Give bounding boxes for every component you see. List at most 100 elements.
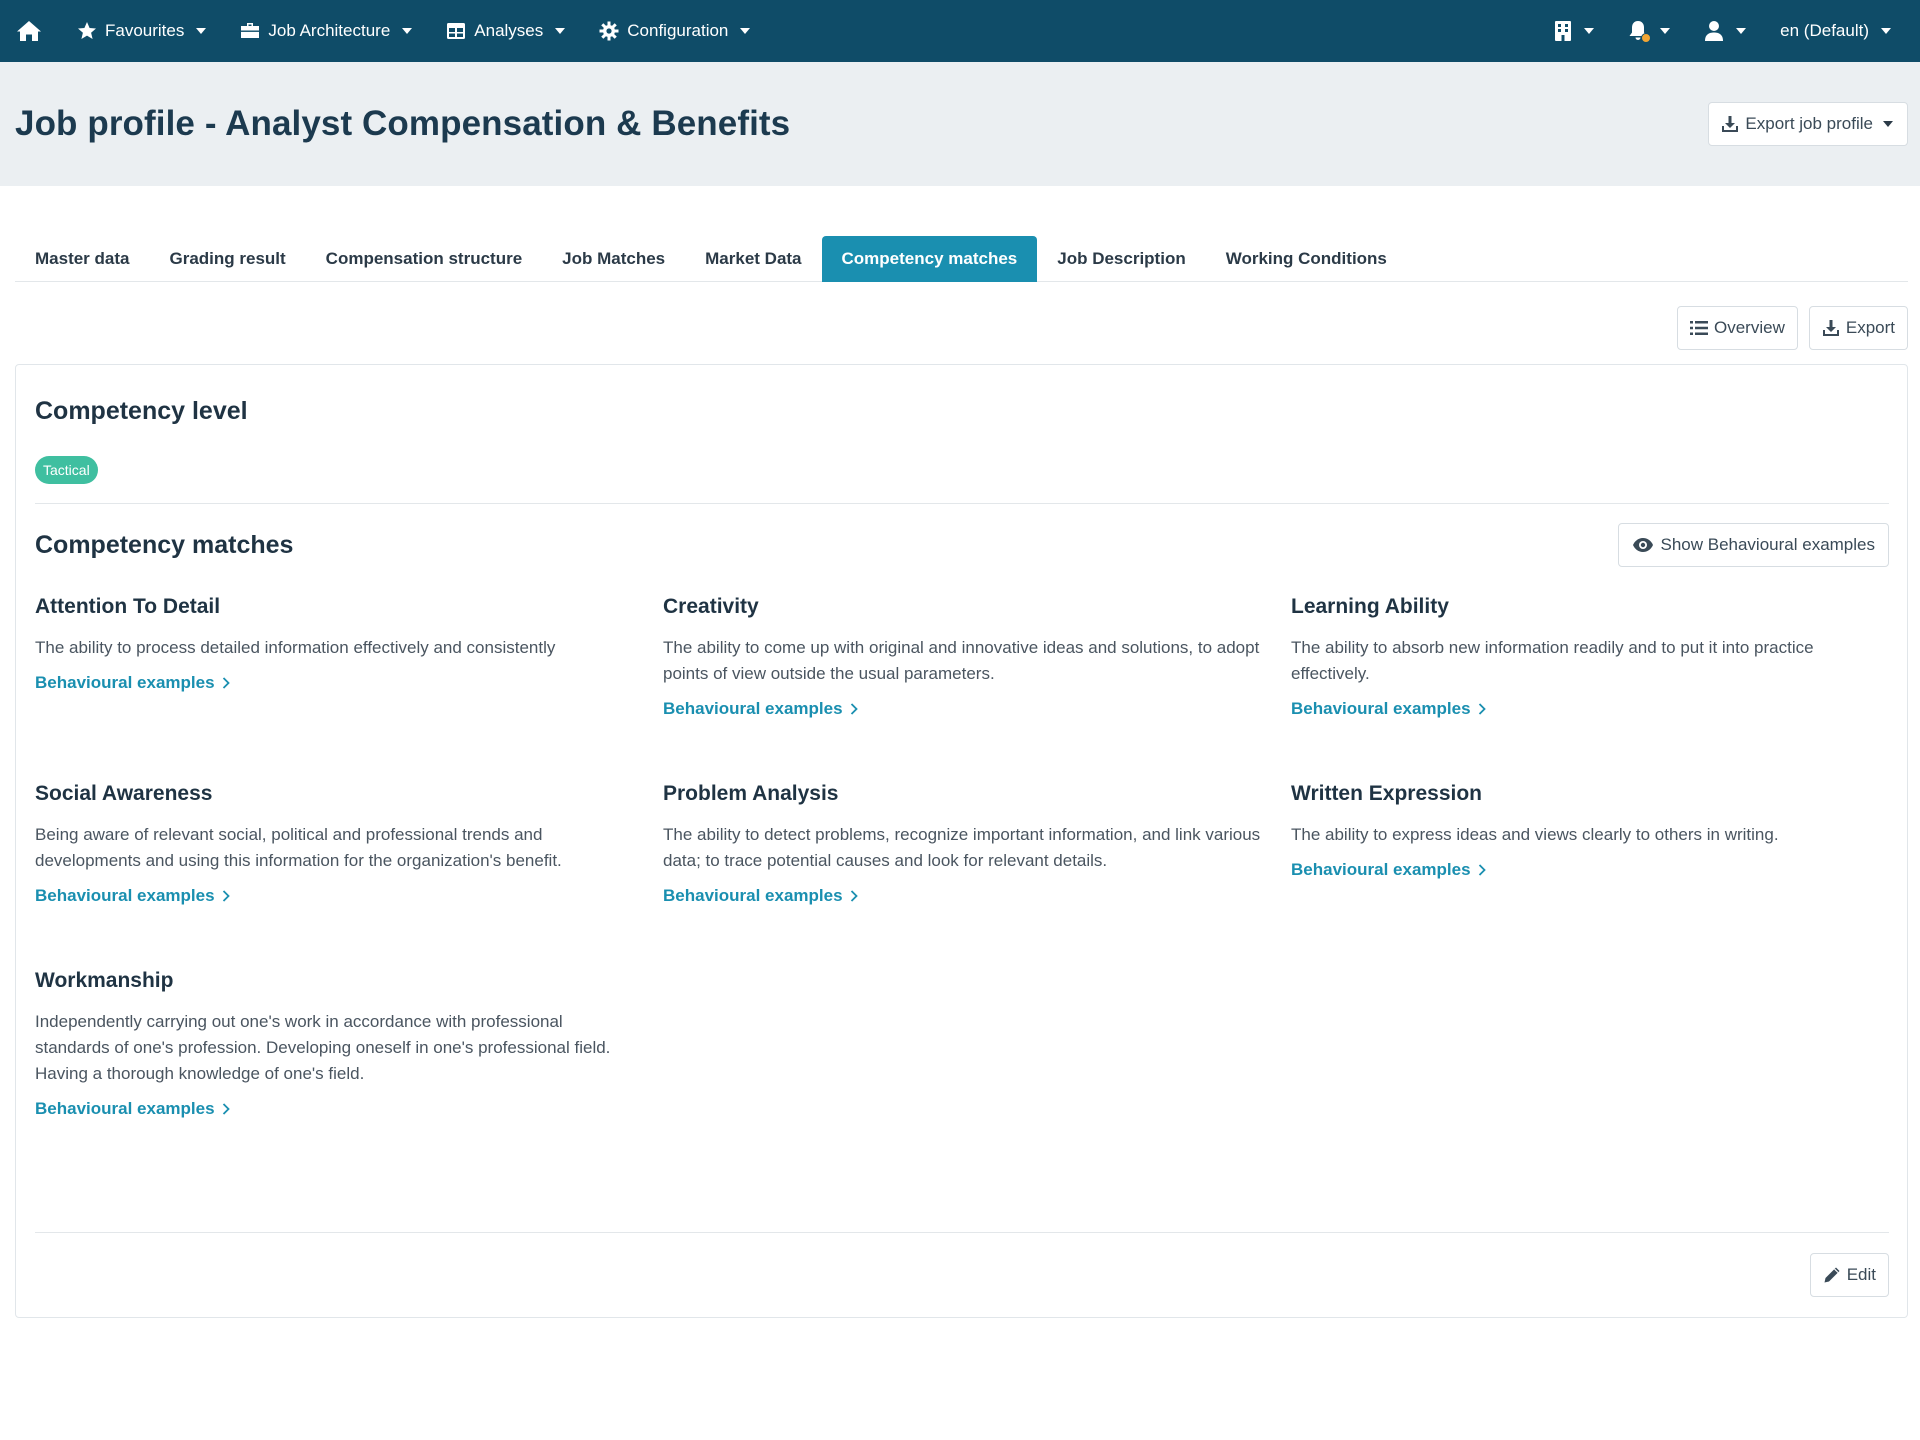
nav-user[interactable] xyxy=(1687,0,1763,62)
competency-card: Competency level Tactical Competency mat… xyxy=(15,364,1908,1318)
competency-matches-title: Competency matches xyxy=(35,530,294,559)
top-navbar: Favourites Job Architecture Analyses Con… xyxy=(0,0,1920,62)
behavioural-examples-label: Behavioural examples xyxy=(663,886,843,905)
nav-job-architecture-label: Job Architecture xyxy=(268,21,391,40)
competency-workmanship: Workmanship Independently carrying out o… xyxy=(35,967,663,1154)
overview-button[interactable]: Overview xyxy=(1677,306,1798,350)
competency-description: Being aware of relevant social, politica… xyxy=(35,825,562,870)
tab-market-data[interactable]: Market Data xyxy=(685,236,821,282)
behavioural-examples-label: Behavioural examples xyxy=(35,673,215,692)
competency-name: Attention To Detail xyxy=(35,595,221,618)
gear-icon xyxy=(599,21,619,41)
tab-competency-matches[interactable]: Competency matches xyxy=(821,236,1038,282)
language-selector[interactable]: en (Default) xyxy=(1763,0,1908,62)
competency-name: Learning Ability xyxy=(1291,595,1449,618)
competency-description: The ability to come up with original and… xyxy=(663,638,1260,683)
competency-problem-analysis: Problem Analysis The ability to detect p… xyxy=(663,780,1291,967)
competency-grid: Attention To Detail The ability to proce… xyxy=(35,593,1889,1154)
chevron-right-icon xyxy=(850,890,858,902)
tab-compensation-structure[interactable]: Compensation structure xyxy=(306,236,542,282)
competency-level-title: Competency level xyxy=(35,397,248,425)
competency-learning-ability: Learning Ability The ability to absorb n… xyxy=(1291,593,1891,780)
nav-right: en (Default) xyxy=(1537,0,1908,62)
export-label: Export xyxy=(1845,318,1895,337)
table-icon xyxy=(447,23,466,39)
overview-label: Overview xyxy=(1714,318,1785,337)
chevron-down-icon xyxy=(1883,121,1893,127)
export-job-profile-label: Export job profile xyxy=(1745,114,1873,133)
home-icon xyxy=(17,21,41,41)
behavioural-examples-label: Behavioural examples xyxy=(1291,699,1471,718)
page-header: Job profile - Analyst Compensation & Ben… xyxy=(0,62,1920,186)
chevron-right-icon xyxy=(222,677,230,689)
nav-favourites-label: Favourites xyxy=(105,21,185,40)
nav-organization[interactable] xyxy=(1537,0,1611,62)
tab-working-conditions[interactable]: Working Conditions xyxy=(1206,236,1407,282)
home-button[interactable] xyxy=(16,0,60,62)
tab-job-description[interactable]: Job Description xyxy=(1037,236,1205,282)
competency-name: Problem Analysis xyxy=(663,782,839,805)
competency-matches-header: Competency matches Show Behavioural exam… xyxy=(35,523,1889,567)
export-button[interactable]: Export xyxy=(1808,306,1908,350)
notifications xyxy=(1628,20,1652,43)
behavioural-examples-link[interactable]: Behavioural examples xyxy=(35,1099,230,1119)
edit-button[interactable]: Edit xyxy=(1809,1253,1889,1297)
chevron-right-icon xyxy=(850,703,858,715)
page-title: Job profile - Analyst Compensation & Ben… xyxy=(15,104,791,143)
behavioural-examples-link[interactable]: Behavioural examples xyxy=(663,699,858,719)
tab-grading-result[interactable]: Grading result xyxy=(149,236,305,282)
competency-name: Creativity xyxy=(663,595,759,618)
nav-favourites[interactable]: Favourites xyxy=(60,0,223,62)
competency-description: The ability to absorb new information re… xyxy=(1291,638,1814,683)
export-job-profile-button[interactable]: Export job profile xyxy=(1708,102,1908,146)
competency-name: Workmanship xyxy=(35,969,174,992)
behavioural-examples-link[interactable]: Behavioural examples xyxy=(1291,699,1486,719)
language-label: en (Default) xyxy=(1780,21,1869,40)
competency-attention-to-detail: Attention To Detail The ability to proce… xyxy=(35,593,663,780)
chevron-down-icon xyxy=(740,28,751,34)
competency-description: The ability to express ideas and views c… xyxy=(1291,825,1779,844)
behavioural-examples-link[interactable]: Behavioural examples xyxy=(35,886,230,906)
competency-description: The ability to detect problems, recogniz… xyxy=(663,825,1261,870)
competency-description: Independently carrying out one's work in… xyxy=(35,1012,611,1083)
chevron-down-icon xyxy=(196,28,207,34)
chevron-right-icon xyxy=(222,890,230,902)
nav-left: Favourites Job Architecture Analyses Con… xyxy=(16,0,767,62)
behavioural-examples-label: Behavioural examples xyxy=(35,886,215,905)
show-behavioural-examples-button[interactable]: Show Behavioural examples xyxy=(1618,523,1889,567)
edit-label: Edit xyxy=(1846,1265,1876,1284)
download-icon xyxy=(1722,116,1739,132)
chevron-right-icon xyxy=(1478,703,1486,715)
nav-job-architecture[interactable]: Job Architecture xyxy=(223,0,429,62)
tab-master-data[interactable]: Master data xyxy=(15,236,149,282)
nav-notifications[interactable] xyxy=(1611,0,1687,62)
chevron-down-icon xyxy=(1660,28,1671,34)
chevron-down-icon xyxy=(1736,28,1747,34)
competency-creativity: Creativity The ability to come up with o… xyxy=(663,593,1291,780)
notification-indicator xyxy=(1641,33,1652,43)
chevron-down-icon xyxy=(1881,28,1891,34)
nav-configuration-label: Configuration xyxy=(627,21,729,40)
building-icon xyxy=(1555,21,1572,41)
chevron-down-icon xyxy=(402,28,413,34)
user-icon xyxy=(1705,21,1724,41)
download-icon xyxy=(1822,320,1839,336)
content-toolbar: Overview Export xyxy=(0,306,1908,350)
list-icon xyxy=(1690,321,1708,335)
competency-name: Written Expression xyxy=(1291,782,1482,805)
tab-job-matches[interactable]: Job Matches xyxy=(542,236,685,282)
nav-analyses[interactable]: Analyses xyxy=(429,0,582,62)
behavioural-examples-label: Behavioural examples xyxy=(35,1099,215,1118)
competency-description: The ability to process detailed informat… xyxy=(35,638,556,657)
behavioural-examples-link[interactable]: Behavioural examples xyxy=(1291,860,1486,880)
nav-analyses-label: Analyses xyxy=(474,21,544,40)
show-behavioural-examples-label: Show Behavioural examples xyxy=(1660,535,1875,554)
nav-configuration[interactable]: Configuration xyxy=(582,0,767,62)
chevron-down-icon xyxy=(555,28,566,34)
competency-level-badge: Tactical xyxy=(35,456,98,484)
chevron-right-icon xyxy=(222,1103,230,1115)
behavioural-examples-link[interactable]: Behavioural examples xyxy=(663,886,858,906)
behavioural-examples-link[interactable]: Behavioural examples xyxy=(35,673,230,693)
briefcase-icon xyxy=(241,23,260,38)
competency-name: Social Awareness xyxy=(35,782,213,805)
